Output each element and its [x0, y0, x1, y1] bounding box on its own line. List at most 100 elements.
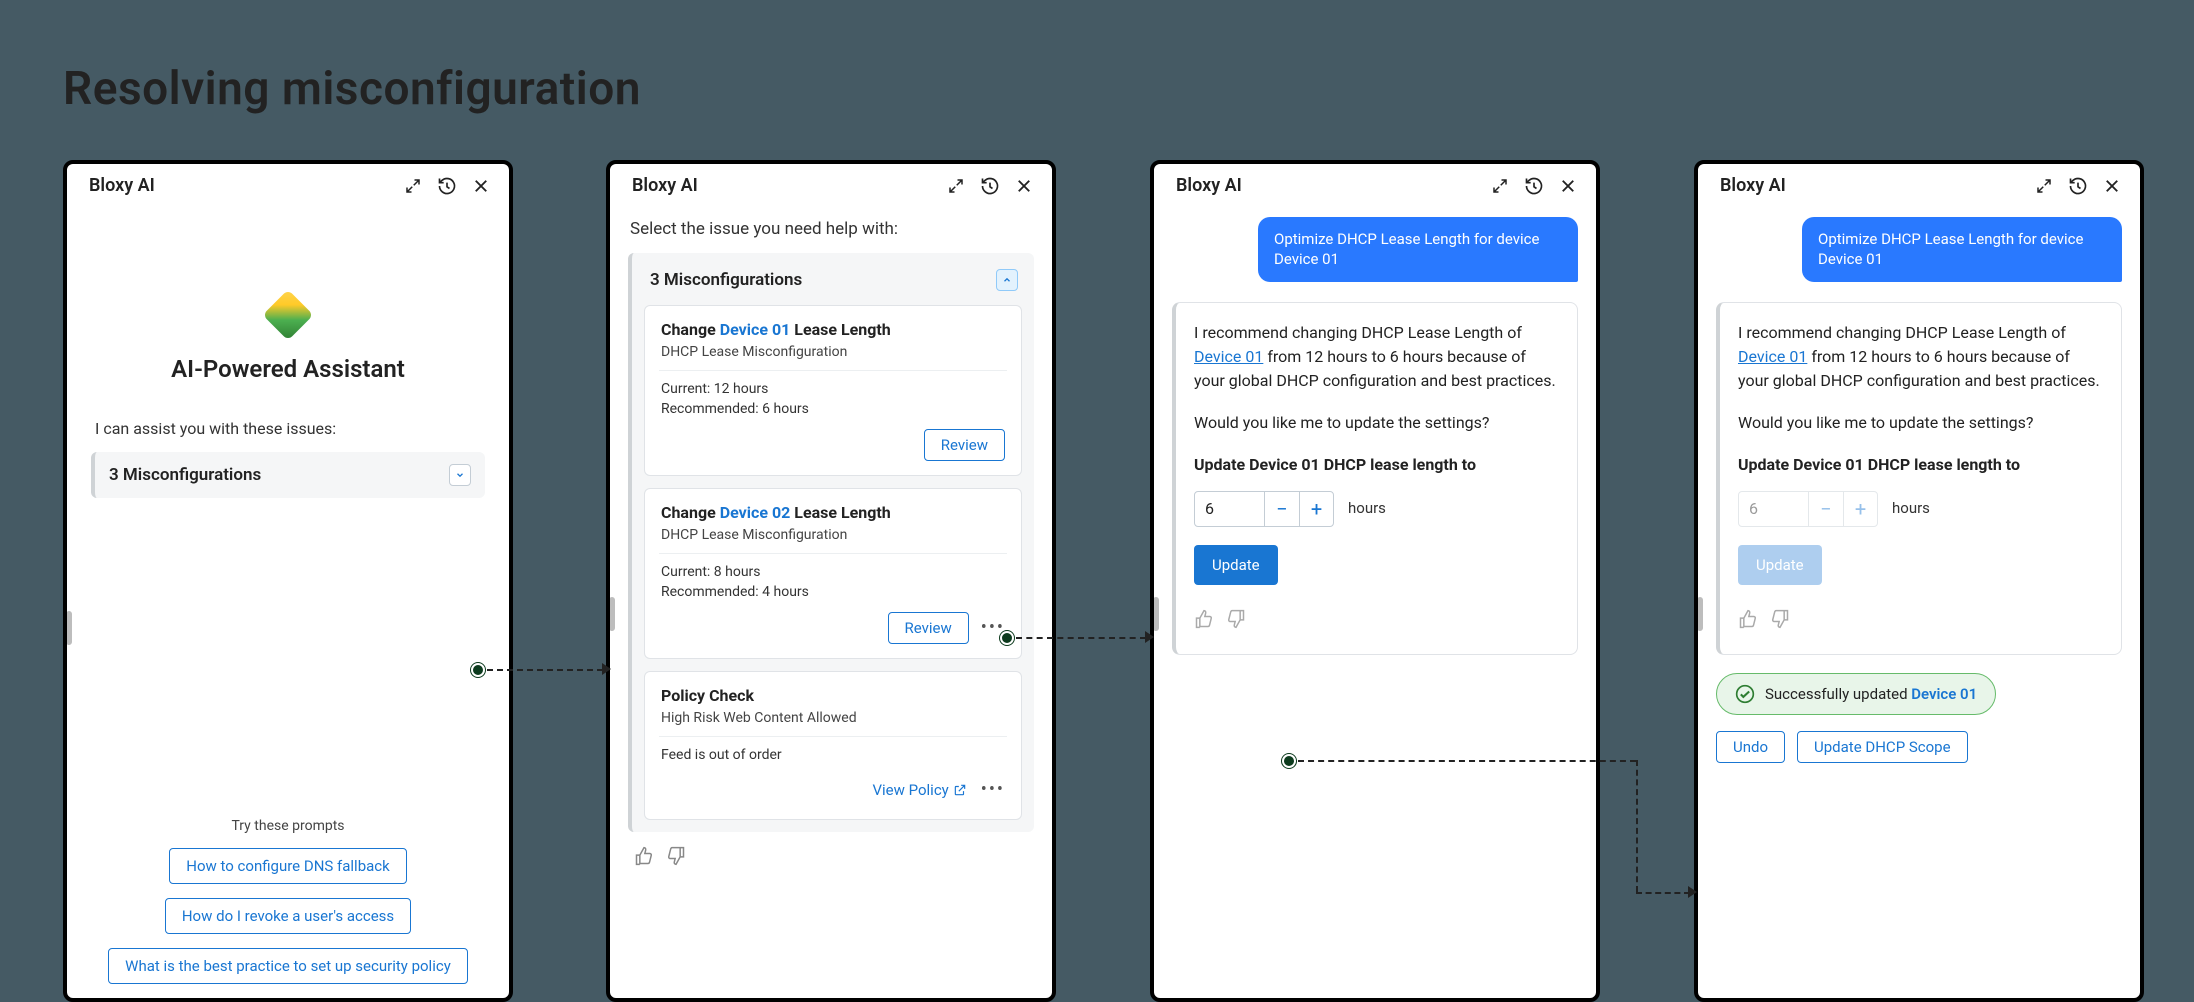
success-toast: Successfully updated Device 01 — [1716, 673, 1996, 715]
assistant-panel-initial: Bloxy AI AI-Powered Assistant I can assi… — [63, 160, 513, 1002]
card-subtitle: DHCP Lease Misconfiguration — [661, 344, 1005, 360]
device-link[interactable]: Device 01 — [1194, 347, 1263, 366]
misconfig-group: 3 Misconfigurations Change Device 01 Lea… — [628, 253, 1034, 832]
misconfig-card: Change Device 02 Lease Length DHCP Lease… — [644, 488, 1022, 659]
ai-message: I recommend changing DHCP Lease Length o… — [1172, 302, 1578, 656]
more-actions-icon[interactable]: ••• — [981, 785, 1005, 795]
panel-title: Bloxy AI — [89, 175, 155, 196]
expand-icon[interactable] — [1490, 176, 1510, 196]
expand-icon[interactable] — [946, 176, 966, 196]
device-link[interactable]: Device 01 — [1911, 685, 1977, 703]
select-issue-text: Select the issue you need help with: — [630, 219, 1034, 239]
flow-arrow — [1016, 637, 1146, 639]
panel-header: Bloxy AI — [1154, 164, 1596, 207]
review-button[interactable]: Review — [888, 612, 969, 644]
assistant-panel-recommendation: Bloxy AI Optimize DHCP Lease Length for … — [1150, 160, 1600, 1002]
chevron-up-icon[interactable] — [996, 269, 1018, 291]
assistant-panel-issue-list: Bloxy AI Select the issue you need help … — [606, 160, 1056, 1002]
card-current: Current: 8 hours — [661, 564, 1005, 580]
card-title: Change Device 01 Lease Length — [661, 320, 1005, 339]
assist-intro-text: I can assist you with these issues: — [91, 419, 485, 438]
sample-prompt[interactable]: What is the best practice to set up secu… — [108, 948, 468, 984]
close-icon[interactable] — [1558, 176, 1578, 196]
thumbs-up-icon[interactable] — [1738, 609, 1758, 636]
thumbs-up-icon[interactable] — [634, 846, 654, 870]
update-button: Update — [1738, 545, 1822, 586]
assistant-title: AI-Powered Assistant — [171, 355, 405, 383]
panel-title: Bloxy AI — [1720, 175, 1786, 196]
arrowhead-icon — [1688, 886, 1697, 898]
stepper-decrement[interactable]: − — [1265, 492, 1299, 526]
panel-title: Bloxy AI — [632, 175, 698, 196]
history-icon[interactable] — [1524, 176, 1544, 196]
ai-message: I recommend changing DHCP Lease Length o… — [1716, 302, 2122, 656]
card-subtitle: DHCP Lease Misconfiguration — [661, 527, 1005, 543]
close-icon[interactable] — [1014, 176, 1034, 196]
close-icon[interactable] — [2102, 176, 2122, 196]
thumbs-down-icon[interactable] — [1770, 609, 1790, 636]
panel-title: Bloxy AI — [1176, 175, 1242, 196]
flow-node-icon — [1282, 754, 1296, 768]
thumbs-down-icon[interactable] — [1226, 609, 1246, 636]
scroll-indicator — [66, 611, 72, 645]
close-icon[interactable] — [471, 176, 491, 196]
arrowhead-icon — [602, 663, 611, 675]
scroll-indicator — [1697, 597, 1703, 631]
undo-button[interactable]: Undo — [1716, 731, 1785, 763]
update-button[interactable]: Update — [1194, 545, 1278, 586]
assistant-panel-success: Bloxy AI Optimize DHCP Lease Length for … — [1694, 160, 2144, 1002]
stepper-value: 6 — [1739, 492, 1809, 526]
user-message: Optimize DHCP Lease Length for device De… — [1258, 217, 1578, 282]
sample-prompt[interactable]: How to configure DNS fallback — [169, 848, 406, 884]
flow-arrow — [487, 669, 603, 671]
device-link[interactable]: Device 01 — [720, 320, 791, 339]
flow-node-icon — [1000, 631, 1014, 645]
app-logo-icon — [263, 290, 314, 341]
history-icon[interactable] — [980, 176, 1000, 196]
stepper-value[interactable]: 6 — [1195, 492, 1265, 526]
device-link[interactable]: Device 02 — [720, 503, 791, 522]
stepper-unit: hours — [1348, 497, 1386, 520]
misconfig-card: Change Device 01 Lease Length DHCP Lease… — [644, 305, 1022, 476]
device-link[interactable]: Device 01 — [1738, 347, 1807, 366]
group-title: 3 Misconfigurations — [650, 270, 802, 290]
check-circle-icon — [1735, 684, 1755, 704]
history-icon[interactable] — [2068, 176, 2088, 196]
card-title: Policy Check — [661, 686, 1005, 705]
thumbs-up-icon[interactable] — [1194, 609, 1214, 636]
card-recommended: Recommended: 6 hours — [661, 401, 1005, 417]
scroll-indicator — [1153, 597, 1159, 631]
external-link-icon — [953, 783, 967, 797]
update-heading: Update Device 01 DHCP lease length to — [1194, 453, 1559, 477]
stepper-increment[interactable]: + — [1299, 492, 1333, 526]
stepper-increment: + — [1843, 492, 1877, 526]
scroll-indicator — [609, 597, 615, 631]
expand-icon[interactable] — [2034, 176, 2054, 196]
update-dhcp-scope-button[interactable]: Update DHCP Scope — [1797, 731, 1968, 763]
card-current: Current: 12 hours — [661, 381, 1005, 397]
card-subtitle: High Risk Web Content Allowed — [661, 710, 1005, 726]
thumbs-down-icon[interactable] — [666, 846, 686, 870]
card-recommended: Recommended: 4 hours — [661, 584, 1005, 600]
panel-header: Bloxy AI — [67, 164, 509, 207]
panel-header: Bloxy AI — [1698, 164, 2140, 207]
user-message: Optimize DHCP Lease Length for device De… — [1802, 217, 2122, 282]
stepper-unit: hours — [1892, 497, 1930, 520]
chevron-down-icon[interactable] — [449, 464, 471, 486]
expand-icon[interactable] — [403, 176, 423, 196]
review-button[interactable]: Review — [924, 429, 1005, 461]
history-icon[interactable] — [437, 176, 457, 196]
policy-card: Policy Check High Risk Web Content Allow… — [644, 671, 1022, 820]
flow-arrow — [1636, 760, 1638, 892]
dropdown-label: 3 Misconfigurations — [109, 465, 261, 485]
prompts-heading: Try these prompts — [79, 818, 497, 834]
lease-length-stepper[interactable]: 6 − + — [1194, 491, 1334, 527]
misconfig-dropdown[interactable]: 3 Misconfigurations — [91, 452, 485, 498]
more-actions-icon[interactable]: ••• — [981, 623, 1005, 633]
card-title: Change Device 02 Lease Length — [661, 503, 1005, 522]
stepper-decrement: − — [1809, 492, 1843, 526]
sample-prompt[interactable]: How do I revoke a user's access — [165, 898, 411, 934]
card-note: Feed is out of order — [661, 747, 1005, 763]
ai-question: Would you like me to update the settings… — [1194, 411, 1559, 435]
view-policy-link[interactable]: View Policy — [870, 775, 968, 805]
